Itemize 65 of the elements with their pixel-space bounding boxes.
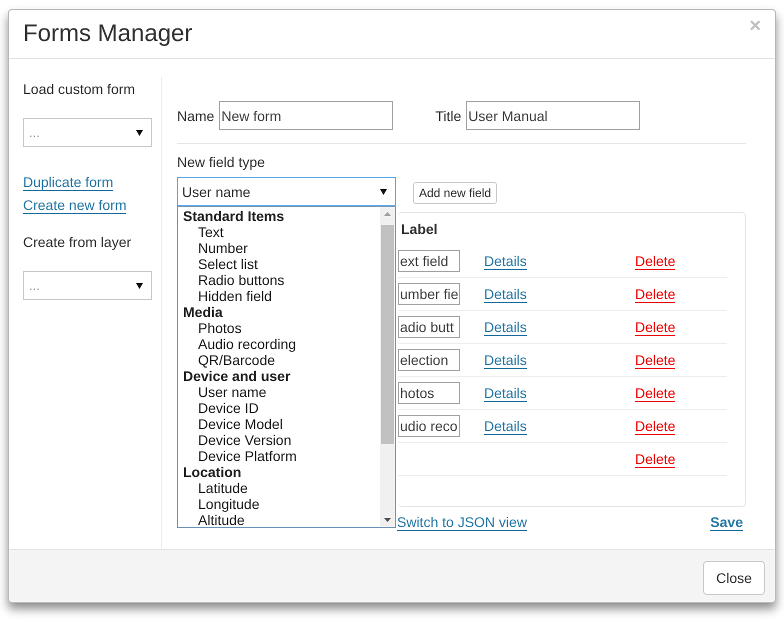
option-group-label: Media: [182, 304, 224, 320]
label-input[interactable]: election: [398, 349, 460, 371]
dropdown-option[interactable]: Select list: [178, 256, 380, 272]
sidebar-link[interactable]: Duplicate form: [23, 174, 114, 191]
dropdown-option[interactable]: Device ID: [178, 400, 380, 416]
option-group-label: Standard Items: [182, 208, 286, 224]
scroll-up-icon[interactable]: [384, 212, 391, 216]
select-value: User name: [182, 184, 250, 200]
json-view-link[interactable]: Switch to JSON view: [397, 514, 527, 531]
delete-link[interactable]: Delete: [635, 318, 676, 336]
details-link[interactable]: Details: [484, 318, 527, 336]
dropdown-option[interactable]: Device Version: [178, 432, 380, 448]
label-input[interactable]: umber fie: [398, 283, 460, 305]
modal-title: Forms Manager: [23, 20, 192, 48]
caret-icon: [380, 188, 387, 194]
dropdown-option[interactable]: Hidden field: [178, 288, 380, 304]
details-link[interactable]: Details: [484, 252, 527, 270]
delete-link[interactable]: Delete: [635, 450, 676, 468]
dropdown-option[interactable]: Altitude: [178, 512, 380, 527]
dropdown-option[interactable]: Audio recording: [178, 336, 380, 352]
sidebar-link[interactable]: Create new form: [23, 197, 126, 214]
dropdown-option[interactable]: Number: [178, 240, 380, 256]
delete-link[interactable]: Delete: [635, 252, 676, 270]
dropdown-option[interactable]: Photos: [178, 320, 380, 336]
details-link[interactable]: Details: [484, 384, 527, 402]
details-link[interactable]: Details: [484, 286, 527, 302]
option-group-label: Location: [182, 464, 242, 480]
delete-link[interactable]: Delete: [635, 286, 676, 302]
dropdown-option[interactable]: QR/Barcode: [178, 352, 380, 368]
field-type-label: New field type: [177, 154, 266, 170]
option-group-label: Device and user: [182, 368, 292, 384]
column-header: Label: [400, 221, 439, 237]
dropdown-option[interactable]: Device Model: [178, 416, 380, 432]
delete-link[interactable]: Delete: [635, 418, 676, 434]
scrollbar[interactable]: [380, 207, 395, 527]
select-value: ...: [29, 125, 40, 140]
title-label: Title: [435, 108, 462, 124]
field-type-select[interactable]: User name: [177, 177, 396, 206]
dropdown-option[interactable]: User name: [178, 384, 380, 400]
save-link[interactable]: Save: [710, 514, 743, 531]
name-label: Name: [177, 108, 214, 124]
dropdown-option[interactable]: Text: [178, 224, 380, 240]
dropdown-option[interactable]: Radio buttons: [178, 272, 380, 288]
name-input[interactable]: New form: [219, 101, 394, 130]
label-input[interactable]: udio reco: [398, 415, 460, 437]
label-input[interactable]: adio butt: [398, 316, 460, 338]
close-button[interactable]: Close: [703, 561, 765, 595]
caret-icon: [136, 130, 143, 136]
details-link[interactable]: Details: [484, 352, 527, 368]
caret-icon: [136, 282, 143, 288]
delete-link[interactable]: Delete: [635, 352, 676, 368]
label-input[interactable]: hotos: [398, 382, 460, 404]
scrollbar-thumb[interactable]: [381, 225, 394, 444]
select-value: ...: [29, 278, 40, 293]
add-field-button[interactable]: Add new field: [413, 182, 498, 204]
scroll-down-icon[interactable]: [384, 518, 391, 522]
details-link[interactable]: Details: [484, 418, 527, 434]
sidebar-label: Load custom form: [23, 81, 136, 97]
dropdown-option[interactable]: Longitude: [178, 496, 380, 512]
label-input[interactable]: ext field: [398, 250, 460, 272]
delete-link[interactable]: Delete: [635, 384, 676, 402]
title-input[interactable]: User Manual: [466, 101, 640, 130]
dropdown-option[interactable]: Latitude: [178, 480, 380, 496]
dropdown-option[interactable]: Device Platform: [178, 448, 380, 464]
sidebar-label: Create from layer: [23, 234, 132, 250]
